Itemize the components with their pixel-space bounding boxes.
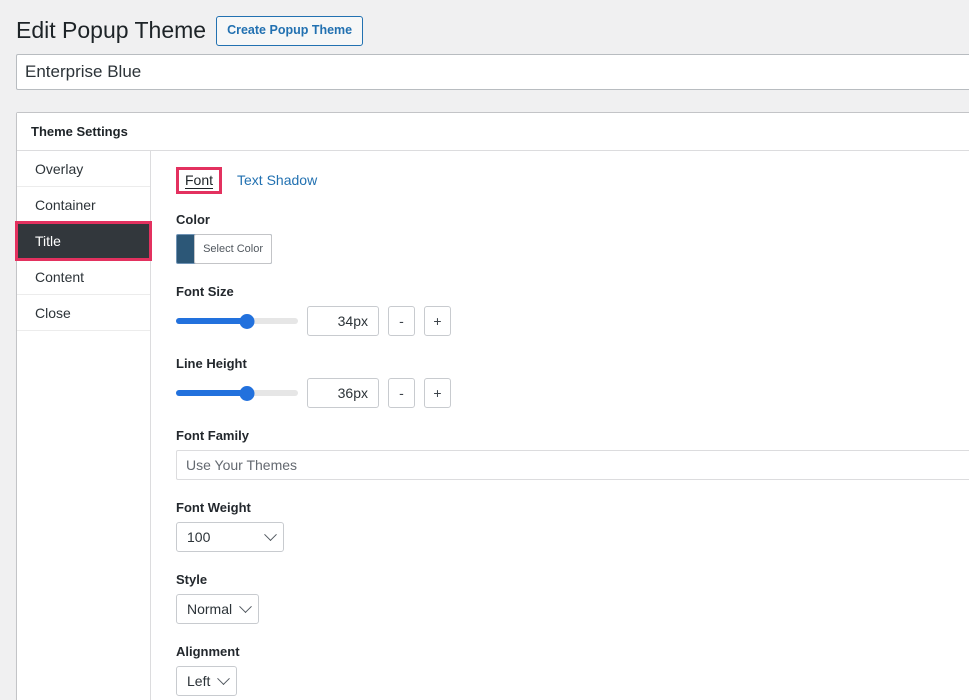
sidebar-item-label: Container [35,196,96,213]
theme-title-input[interactable] [16,54,969,90]
sidebar-item-close[interactable]: Close [17,295,150,331]
sidebar-item-label: Close [35,304,71,321]
tab-text-shadow[interactable]: Text Shadow [228,167,326,194]
sidebar-item-title[interactable]: Title [15,221,152,261]
select-color-button[interactable]: Select Color [194,234,272,264]
field-label-alignment: Alignment [176,644,240,659]
field-style: Style Normal [176,572,969,624]
field-line-height: Line Height - + [176,356,969,408]
field-label-color: Color [176,212,210,227]
color-swatch[interactable]: Select Color [176,234,272,264]
font-size-decrement-button[interactable]: - [388,306,415,336]
tab-font[interactable]: Font [176,167,223,194]
subtab-list: Font Text Shadow [176,167,969,194]
style-value: Normal [187,601,233,617]
sidebar-item-container[interactable]: Container [17,187,150,223]
font-size-input[interactable] [307,306,379,336]
font-size-slider[interactable] [176,312,298,330]
field-label-font-weight: Font Weight [176,500,251,515]
title-input-wrap [0,54,969,90]
line-height-controls: - + [176,378,969,408]
chevron-down-icon [239,600,252,614]
line-height-decrement-button[interactable]: - [388,378,415,408]
sidebar-item-overlay[interactable]: Overlay [17,151,150,187]
theme-settings-panel: Theme Settings Overlay Container Title C… [15,112,969,700]
field-label-font-size: Font Size [176,284,234,299]
font-weight-select[interactable]: 100 [176,522,284,552]
field-alignment: Alignment Left [176,644,969,696]
field-label-style: Style [176,572,208,587]
line-height-increment-button[interactable]: + [424,378,451,408]
sidebar-item-label: Title [35,233,61,249]
slider-fill [176,318,247,324]
sidebar-item-label: Overlay [35,160,84,177]
panel-header: Theme Settings [17,113,969,151]
font-size-increment-button[interactable]: + [424,306,451,336]
slider-thumb[interactable] [239,385,255,401]
create-popup-theme-button[interactable]: Create Popup Theme [216,16,364,46]
alignment-select[interactable]: Left [176,666,238,696]
settings-tab-list: Overlay Container Title Content Close [15,151,152,700]
panel-body: Overlay Container Title Content Close Fo… [15,151,969,700]
field-font-size: Font Size - + [176,284,969,336]
alignment-value: Left [187,673,211,689]
slider-thumb[interactable] [239,313,255,329]
chevron-down-icon [264,528,277,542]
field-font-weight: Font Weight 100 [176,500,969,552]
field-label-line-height: Line Height [176,356,247,371]
sidebar-item-content[interactable]: Content [17,259,150,295]
font-family-input[interactable] [176,450,969,480]
page-title: Edit Popup Theme [16,17,207,44]
line-height-input[interactable] [307,378,379,408]
chevron-down-icon [217,672,231,686]
page-header: Edit Popup Theme Create Popup Theme [0,0,969,50]
style-select[interactable]: Normal [176,594,260,624]
field-color: Color Select Color [176,212,969,264]
font-size-controls: - + [176,306,969,336]
panel-header-title: Theme Settings [31,124,128,139]
field-label-font-family: Font Family [176,428,249,443]
line-height-slider[interactable] [176,384,298,402]
slider-fill [176,390,247,396]
field-font-family: Font Family [176,428,969,480]
sidebar-item-label: Content [35,268,85,285]
font-weight-value: 100 [187,529,211,545]
settings-content: Font Text Shadow Color Select Color Font… [151,151,969,700]
